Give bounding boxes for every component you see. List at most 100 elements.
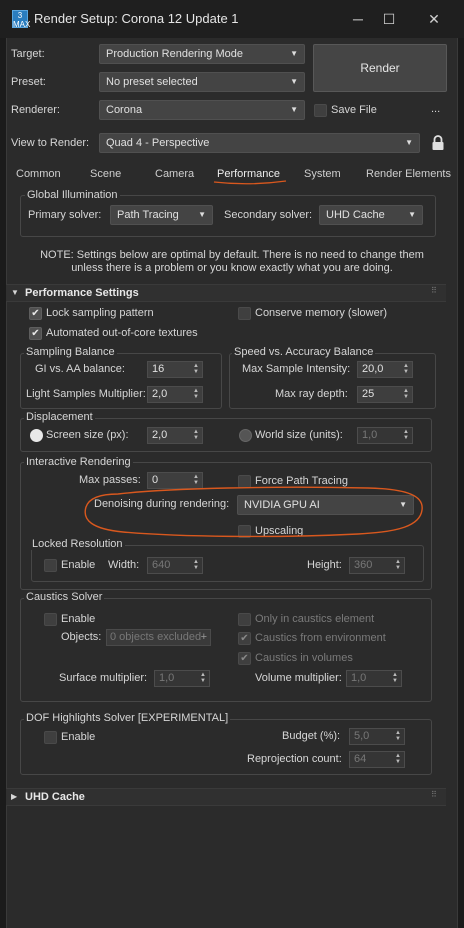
- spinner-arrows-icon: ▲ ▼: [200, 672, 206, 684]
- reprojection-spinner[interactable]: 64 ▲ ▼: [349, 751, 405, 768]
- window-title: Render Setup: Corona 12 Update 1: [34, 11, 239, 26]
- locked-res-enable-label: Enable: [61, 559, 96, 571]
- surface-mult-spinner[interactable]: 1,0 ▲ ▼: [154, 670, 210, 687]
- dof-title: DOF Highlights Solver [EXPERIMENTAL]: [24, 712, 231, 724]
- renderer-value: Corona: [106, 104, 143, 116]
- lock-sampling-label: Lock sampling pattern: [46, 307, 154, 319]
- only-caustics-label: Only in caustics element: [255, 613, 375, 625]
- out-of-core-checkbox[interactable]: ✔: [29, 327, 42, 340]
- performance-settings-title: Performance Settings: [25, 287, 139, 299]
- displacement-title: Displacement: [24, 411, 95, 423]
- caustics-enable-checkbox[interactable]: [44, 613, 57, 626]
- view-to-render-dropdown[interactable]: Quad 4 - Perspective ▼: [99, 133, 420, 153]
- world-size-radio[interactable]: [239, 429, 252, 442]
- budget-label: Budget (%):: [282, 730, 341, 742]
- annotation-ellipse: [84, 486, 423, 538]
- world-size-spinner[interactable]: 1,0 ▲ ▼: [357, 427, 413, 444]
- light-mult-spinner[interactable]: 2,0 ▲ ▼: [147, 386, 203, 403]
- chevron-down-icon: ▼: [290, 105, 298, 114]
- plus-icon: +: [200, 631, 207, 643]
- target-label: Target:: [11, 48, 45, 60]
- dof-enable-checkbox[interactable]: [44, 731, 57, 744]
- save-file-checkbox[interactable]: [314, 104, 327, 117]
- width-spinner[interactable]: 640 ▲ ▼: [147, 557, 203, 574]
- uhd-cache-title: UHD Cache: [25, 791, 85, 803]
- gi-aa-spinner[interactable]: 16 ▲ ▼: [147, 361, 203, 378]
- note-line-2: unless there is a problem or you know ex…: [71, 262, 393, 274]
- spinner-arrows-icon: ▲ ▼: [392, 672, 398, 684]
- only-caustics-checkbox[interactable]: [238, 613, 251, 626]
- surface-mult-label: Surface multiplier:: [59, 672, 148, 684]
- conserve-memory-checkbox[interactable]: [238, 307, 251, 320]
- caustics-env-checkbox[interactable]: ✔: [238, 632, 251, 645]
- conserve-memory-label: Conserve memory (slower): [255, 307, 388, 319]
- renderer-dropdown[interactable]: Corona ▼: [99, 100, 305, 120]
- max-intensity-label: Max Sample Intensity:: [242, 363, 351, 375]
- world-size-label: World size (units):: [255, 429, 343, 441]
- tab-camera[interactable]: Camera: [155, 168, 194, 180]
- primary-solver-label: Primary solver:: [28, 209, 102, 221]
- light-mult-value: 2,0: [152, 388, 168, 400]
- note-line-1: NOTE: Settings below are optimal by defa…: [40, 249, 424, 261]
- render-button[interactable]: Render: [313, 44, 447, 92]
- screen-size-spinner[interactable]: 2,0 ▲ ▼: [147, 427, 203, 444]
- lock-sampling-checkbox[interactable]: ✔: [29, 307, 42, 320]
- view-to-render-label: View to Render:: [11, 137, 90, 149]
- caustics-vol-label: Caustics in volumes: [255, 652, 353, 664]
- tab-underline-annotation: [213, 180, 287, 185]
- volume-mult-value: 1,0: [351, 672, 367, 684]
- caustics-vol-checkbox[interactable]: ✔: [238, 652, 251, 665]
- tab-system[interactable]: System: [304, 168, 341, 180]
- close-button[interactable]: ✕: [422, 8, 446, 30]
- chevron-down-icon: ▼: [405, 138, 413, 147]
- maximize-button[interactable]: ☐: [377, 8, 401, 30]
- renderer-label: Renderer:: [11, 104, 60, 116]
- screen-size-radio[interactable]: [30, 429, 43, 442]
- locked-res-enable-checkbox[interactable]: [44, 559, 57, 572]
- preset-label: Preset:: [11, 76, 46, 88]
- gi-aa-value: 16: [152, 363, 165, 375]
- caustics-enable-label: Enable: [61, 613, 96, 625]
- grip-icon: ⠿: [431, 790, 437, 799]
- uhd-cache-header[interactable]: ▶ UHD Cache ⠿: [6, 788, 446, 806]
- max-ray-spinner[interactable]: 25 ▲ ▼: [357, 386, 413, 403]
- budget-value: 5,0: [354, 730, 370, 742]
- minimize-button[interactable]: ─: [346, 8, 370, 30]
- primary-solver-dropdown[interactable]: Path Tracing ▼: [110, 205, 213, 225]
- performance-settings-header[interactable]: ▼ Performance Settings ⠿: [6, 284, 446, 302]
- spinner-arrows-icon: ▲ ▼: [193, 363, 199, 375]
- secondary-solver-dropdown[interactable]: UHD Cache ▼: [319, 205, 423, 225]
- primary-solver-value: Path Tracing: [117, 209, 179, 221]
- tab-render-elements[interactable]: Render Elements: [366, 168, 451, 180]
- budget-spinner[interactable]: 5,0 ▲ ▼: [349, 728, 405, 745]
- grip-icon: ⠿: [431, 286, 437, 295]
- gi-aa-label: GI vs. AA balance:: [35, 363, 125, 375]
- caustics-env-label: Caustics from environment: [255, 632, 386, 644]
- save-file-label: Save File: [331, 104, 377, 116]
- tab-scene[interactable]: Scene: [90, 168, 121, 180]
- caustics-title: Caustics Solver: [24, 591, 105, 603]
- speed-accuracy-title: Speed vs. Accuracy Balance: [232, 346, 376, 358]
- spinner-arrows-icon: ▲ ▼: [403, 388, 409, 400]
- lock-icon[interactable]: [431, 135, 445, 151]
- tab-common[interactable]: Common: [16, 168, 61, 180]
- height-spinner[interactable]: 360 ▲ ▼: [349, 557, 405, 574]
- preset-dropdown[interactable]: No preset selected ▼: [99, 72, 305, 92]
- chevron-down-icon: ▼: [198, 210, 206, 219]
- view-value: Quad 4 - Perspective: [106, 137, 210, 149]
- more-button[interactable]: ...: [431, 103, 440, 115]
- sampling-balance-title: Sampling Balance: [24, 346, 117, 358]
- objects-value: 0 objects excluded: [110, 631, 202, 643]
- volume-mult-spinner[interactable]: 1,0 ▲ ▼: [346, 670, 402, 687]
- collapsed-icon: ▶: [11, 792, 18, 801]
- max-intensity-spinner[interactable]: 20,0 ▲ ▼: [357, 361, 413, 378]
- spinner-arrows-icon: ▲ ▼: [193, 559, 199, 571]
- dof-enable-label: Enable: [61, 731, 96, 743]
- height-value: 360: [354, 559, 373, 571]
- objects-field[interactable]: 0 objects excluded +: [106, 629, 211, 646]
- chevron-down-icon: ▼: [290, 77, 298, 86]
- interactive-rendering-title: Interactive Rendering: [24, 456, 133, 468]
- target-dropdown[interactable]: Production Rendering Mode ▼: [99, 44, 305, 64]
- chevron-down-icon: ▼: [290, 49, 298, 58]
- locked-resolution-title: Locked Resolution: [30, 538, 125, 550]
